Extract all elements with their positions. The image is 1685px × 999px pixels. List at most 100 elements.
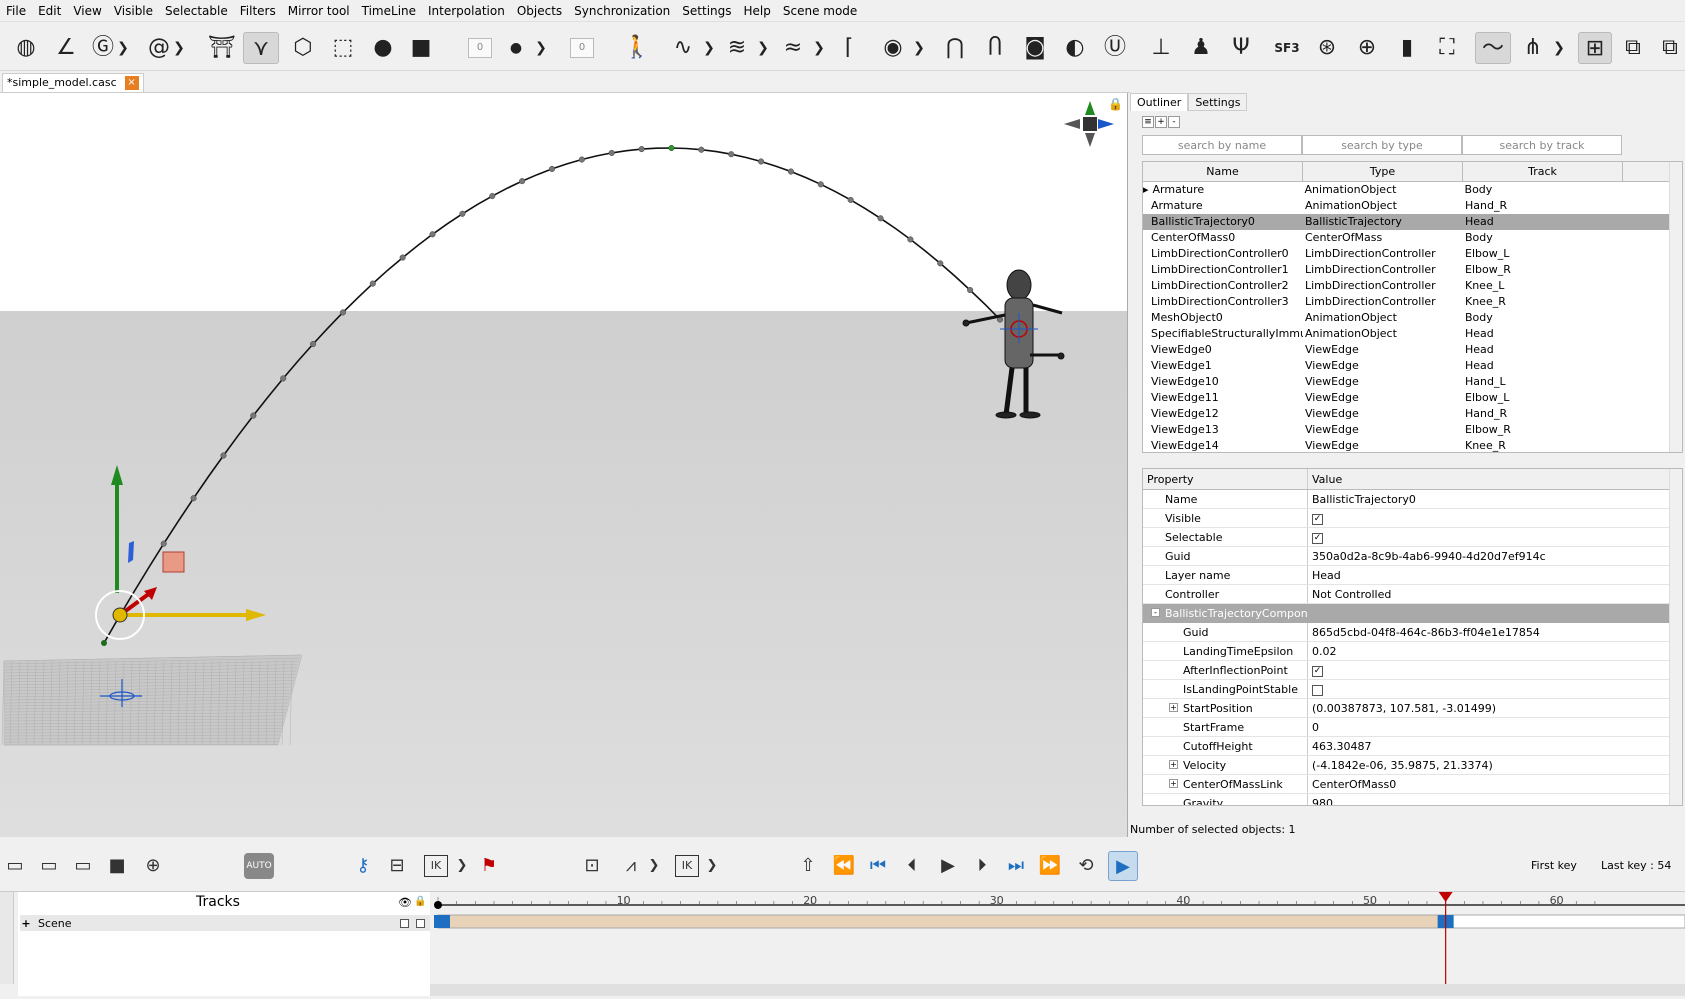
outliner-row[interactable]: SpecifiableStructurallyImmut...Animation… bbox=[1143, 326, 1682, 342]
property-value-cell[interactable]: BallisticTrajectory0 bbox=[1308, 490, 1682, 508]
ik-button[interactable]: IK bbox=[424, 855, 448, 877]
dot-icon[interactable]: ● bbox=[506, 32, 526, 64]
tracks-left-scrollbar[interactable] bbox=[0, 892, 14, 984]
timeline-canvas[interactable]: 102030405060 bbox=[430, 892, 1685, 996]
wave-icon[interactable]: ∿ bbox=[668, 32, 698, 64]
frame-focus-icon[interactable]: ⛶ bbox=[1432, 32, 1462, 64]
camera-dropdown-arrow-icon[interactable]: ❯ bbox=[912, 32, 926, 64]
outliner-row[interactable]: BallisticTrajectory0BallisticTrajectoryH… bbox=[1143, 214, 1682, 230]
g-icon[interactable]: Ⓖ bbox=[90, 32, 116, 64]
viewport-canvas[interactable]: 🔒 bbox=[0, 93, 1128, 837]
property-row[interactable]: IsLandingPointStable bbox=[1143, 680, 1682, 699]
next-frame-icon[interactable]: ⏵ bbox=[970, 851, 994, 881]
pose-icon[interactable]: ♟ bbox=[1186, 32, 1216, 64]
outliner-row[interactable]: ViewEdge12ViewEdgeHand_R bbox=[1143, 406, 1682, 422]
property-row[interactable]: Guid865d5cbd-04f8-464c-86b3-ff04e1e17854 bbox=[1143, 623, 1682, 642]
property-value-cell[interactable]: (-4.1842e-06, 35.9875, 21.3374) bbox=[1308, 756, 1682, 774]
search-by-type-input[interactable] bbox=[1302, 135, 1462, 155]
first-key-icon[interactable]: ⏮ bbox=[866, 851, 890, 881]
wave-dropdown-arrow-icon[interactable]: ❯ bbox=[702, 32, 716, 64]
layer-solid-icon[interactable]: ■ bbox=[104, 851, 130, 881]
outliner-row[interactable]: ViewEdge14ViewEdgeKnee_R bbox=[1143, 438, 1682, 453]
branch-icon[interactable]: ⋔ bbox=[1518, 32, 1548, 64]
tab-settings[interactable]: Settings bbox=[1188, 93, 1247, 111]
search-by-name-input[interactable] bbox=[1142, 135, 1302, 155]
collapse-icon[interactable]: - bbox=[1151, 608, 1160, 617]
loop-icon[interactable]: ⟲ bbox=[1074, 851, 1098, 881]
outliner-row[interactable]: ViewEdge13ViewEdgeElbow_R bbox=[1143, 422, 1682, 438]
axes-icon[interactable]: ∠ bbox=[48, 32, 84, 64]
menu-item-interpolation[interactable]: Interpolation bbox=[422, 4, 511, 18]
visibility-icon[interactable]: 👁 bbox=[398, 896, 412, 909]
blob-icon[interactable]: ● bbox=[366, 32, 400, 64]
property-row[interactable]: +CenterOfMassLinkCenterOfMass0 bbox=[1143, 775, 1682, 794]
property-row[interactable]: +StartPosition(0.00387873, 107.581, -3.0… bbox=[1143, 699, 1682, 718]
camera-icon[interactable]: ◉ bbox=[878, 32, 908, 64]
scene-visible-checkbox[interactable] bbox=[400, 919, 409, 928]
ik-button-secondary[interactable]: IK bbox=[675, 855, 699, 877]
home-icon[interactable]: ⇧ bbox=[796, 851, 820, 881]
add-object-icon[interactable]: ⊕ bbox=[140, 851, 166, 881]
menu-item-filters[interactable]: Filters bbox=[234, 4, 282, 18]
graph-icon[interactable]: ⩘ bbox=[618, 851, 644, 881]
property-row[interactable]: Visible✓ bbox=[1143, 509, 1682, 528]
tab-outliner[interactable]: Outliner bbox=[1130, 93, 1188, 111]
play-icon[interactable]: ▶ bbox=[936, 851, 960, 881]
tree-icon[interactable]: ≡ bbox=[1142, 116, 1154, 128]
figure-icon[interactable]: 🚶 bbox=[622, 32, 652, 64]
column-name-header[interactable]: Name bbox=[1143, 162, 1303, 181]
fast-forward-icon[interactable]: ⏩ bbox=[1038, 851, 1062, 881]
ik-dropdown-arrow-icon[interactable]: ❯ bbox=[456, 851, 468, 881]
property-scrollbar[interactable] bbox=[1669, 469, 1682, 805]
property-value-cell[interactable]: Not Controlled bbox=[1308, 585, 1682, 603]
outliner-row[interactable]: ▸ArmatureAnimationObjectBody bbox=[1143, 182, 1682, 198]
property-row[interactable]: -BallisticTrajectoryComponent bbox=[1143, 604, 1682, 623]
timeline[interactable]: 102030405060 bbox=[430, 892, 1685, 996]
window-icon[interactable]: ⧉ bbox=[1618, 32, 1648, 64]
property-checkbox[interactable] bbox=[1312, 685, 1323, 696]
collapse-all-button[interactable]: - bbox=[1168, 116, 1180, 128]
scene-track-row[interactable]: + Scene bbox=[20, 915, 430, 931]
play-range-icon[interactable]: ▶ bbox=[1108, 851, 1138, 881]
expand-icon[interactable]: + bbox=[1169, 703, 1178, 712]
menu-item-scene-mode[interactable]: Scene mode bbox=[777, 4, 863, 18]
menu-item-timeline[interactable]: TimeLine bbox=[356, 4, 422, 18]
menu-item-visible[interactable]: Visible bbox=[108, 4, 159, 18]
multi-wave-icon[interactable]: ≋ bbox=[722, 32, 752, 64]
zigzag-icon[interactable]: ≈ bbox=[778, 32, 808, 64]
bracket-icon[interactable]: ⌈ bbox=[834, 32, 864, 64]
search-by-track-input[interactable] bbox=[1462, 135, 1622, 155]
magnet-u-icon[interactable]: Ⴖ bbox=[980, 32, 1010, 64]
property-row[interactable]: CutoffHeight463.30487 bbox=[1143, 737, 1682, 756]
property-value-cell[interactable]: 0.02 bbox=[1308, 642, 1682, 660]
key-icon[interactable]: ⚷ bbox=[350, 851, 376, 881]
property-value-cell[interactable]: 463.30487 bbox=[1308, 737, 1682, 755]
zigzag-dropdown-arrow-icon[interactable]: ❯ bbox=[812, 32, 826, 64]
outliner-row[interactable]: ViewEdge11ViewEdgeElbow_L bbox=[1143, 390, 1682, 406]
flag-icon[interactable]: ⚑ bbox=[476, 851, 502, 881]
outliner-row[interactable]: LimbDirectionController1LimbDirectionCon… bbox=[1143, 262, 1682, 278]
spiral-dropdown-arrow-icon[interactable]: ❯ bbox=[172, 32, 186, 64]
property-checkbox[interactable]: ✓ bbox=[1312, 666, 1323, 677]
property-checkbox[interactable]: ✓ bbox=[1312, 533, 1323, 544]
sphere-icon[interactable]: ◍ bbox=[8, 32, 44, 64]
expand-icon[interactable]: + bbox=[1169, 760, 1178, 769]
property-value-cell[interactable] bbox=[1308, 604, 1682, 623]
outliner-row[interactable]: LimbDirectionController3LimbDirectionCon… bbox=[1143, 294, 1682, 310]
expand-icon[interactable]: + bbox=[20, 917, 32, 930]
outliner-row[interactable]: MeshObject0AnimationObjectBody bbox=[1143, 310, 1682, 326]
column-type-header[interactable]: Type bbox=[1303, 162, 1463, 181]
prev-frame-icon[interactable]: ⏴ bbox=[900, 851, 924, 881]
property-value-cell[interactable]: 865d5cbd-04f8-464c-86b3-ff04e1e17854 bbox=[1308, 623, 1682, 641]
cube-solid-icon[interactable]: ■ bbox=[404, 32, 438, 64]
magnet-icon[interactable]: Ⓤ bbox=[1100, 32, 1130, 64]
property-value-cell[interactable]: 350a0d2a-8c9b-4ab6-9940-4d20d7ef914c bbox=[1308, 547, 1682, 565]
auto-key-button[interactable]: AUTO bbox=[244, 853, 274, 879]
ring-icon[interactable]: ◐ bbox=[1060, 32, 1090, 64]
property-checkbox[interactable]: ✓ bbox=[1312, 514, 1323, 525]
sf3-icon[interactable]: SF3 bbox=[1272, 32, 1302, 64]
property-value-cell[interactable]: CenterOfMass0 bbox=[1308, 775, 1682, 793]
spiral-icon[interactable]: @ bbox=[146, 32, 172, 64]
menu-item-view[interactable]: View bbox=[67, 4, 107, 18]
branch-dropdown-arrow-icon[interactable]: ❯ bbox=[1552, 32, 1566, 64]
